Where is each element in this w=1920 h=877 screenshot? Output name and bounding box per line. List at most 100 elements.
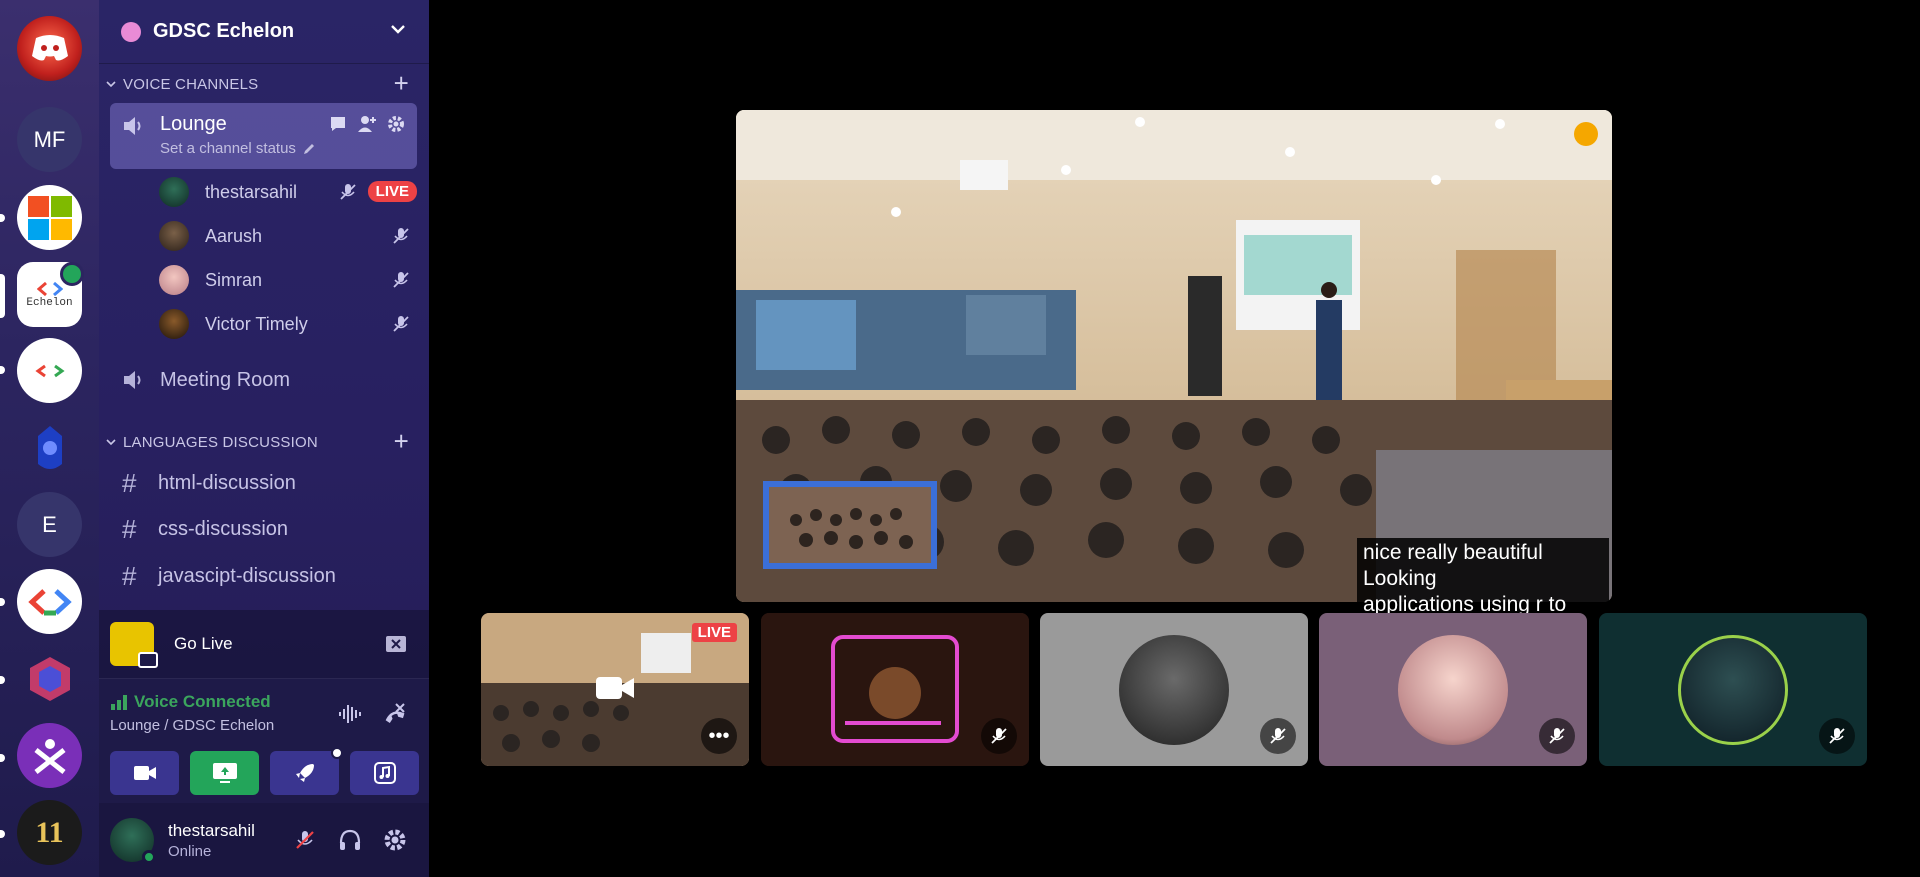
guild-header[interactable]: GDSC Echelon bbox=[99, 0, 429, 64]
noise-suppression-icon[interactable] bbox=[337, 703, 363, 725]
channel-actions bbox=[329, 115, 405, 133]
unread-indicator bbox=[0, 754, 5, 762]
lecture-hall-stream-image bbox=[736, 110, 1612, 602]
username: thestarsahil bbox=[168, 820, 255, 840]
add-channel-icon[interactable]: + bbox=[394, 428, 409, 454]
soundboard-icon bbox=[373, 762, 396, 784]
mic-muted-icon bbox=[1819, 718, 1855, 754]
avatar bbox=[159, 309, 189, 339]
user-panel: thestarsahil Online bbox=[99, 803, 429, 877]
avatar bbox=[159, 221, 189, 251]
server-microsoft[interactable] bbox=[17, 185, 82, 250]
category-languages-discussion[interactable]: LANGUAGES DISCUSSION + bbox=[99, 428, 429, 454]
settings-gear-icon[interactable] bbox=[383, 828, 407, 852]
signal-icon bbox=[111, 695, 127, 710]
mic-muted-icon[interactable] bbox=[294, 829, 316, 851]
live-badge: LIVE bbox=[691, 623, 737, 642]
mic-muted-icon bbox=[340, 183, 356, 200]
blue-emblem-icon bbox=[37, 425, 62, 469]
user-avatar[interactable] bbox=[110, 818, 156, 864]
pencil-icon bbox=[303, 143, 314, 154]
category-voice-channels[interactable]: VOICE CHANNELS + bbox=[99, 70, 429, 96]
call-stage: nice really beautiful Looking applicatio… bbox=[429, 0, 1920, 877]
unread-indicator bbox=[0, 214, 5, 222]
guild-icon bbox=[121, 21, 141, 42]
avatar bbox=[159, 265, 189, 295]
avatar bbox=[159, 177, 189, 207]
server-x[interactable] bbox=[17, 723, 82, 788]
speaker-icon bbox=[124, 117, 141, 135]
voice-user-aarush[interactable]: Aarush bbox=[159, 218, 417, 254]
guild-name: GDSC Echelon bbox=[153, 20, 295, 42]
stop-stream-icon[interactable] bbox=[385, 635, 407, 653]
speaker-icon bbox=[124, 371, 141, 389]
gdsc-logo-icon bbox=[34, 364, 65, 377]
participant-tile-simran[interactable] bbox=[1319, 613, 1587, 766]
disconnect-icon[interactable] bbox=[381, 701, 407, 727]
more-options-icon[interactable]: ••• bbox=[701, 718, 737, 754]
online-status-icon bbox=[142, 850, 156, 864]
mic-muted-icon bbox=[393, 316, 409, 332]
participant-tile-thestarsahil[interactable]: LIVE ••• bbox=[481, 613, 749, 766]
avatar bbox=[1398, 634, 1508, 745]
screen-share-button[interactable] bbox=[190, 751, 259, 795]
server-q[interactable] bbox=[17, 646, 82, 711]
voice-connection-panel: Voice Connected Lounge / GDSC Echelon bbox=[99, 678, 429, 803]
live-badge: LIVE bbox=[367, 181, 417, 202]
avatar bbox=[1678, 634, 1788, 745]
voice-user-thestarsahil[interactable]: thestarsahil LIVE bbox=[159, 174, 417, 210]
voice-connected-status[interactable]: Voice Connected bbox=[110, 692, 271, 712]
add-channel-icon[interactable]: + bbox=[394, 70, 409, 96]
headphones-icon[interactable] bbox=[338, 829, 362, 851]
unread-indicator bbox=[0, 366, 5, 374]
go-live-label: Go Live bbox=[174, 634, 233, 653]
gear-icon[interactable] bbox=[387, 115, 405, 133]
mic-muted-icon bbox=[393, 228, 409, 244]
go-live-bar[interactable]: Go Live bbox=[99, 610, 429, 678]
avatar bbox=[1119, 634, 1229, 745]
discord-app: MF Echelon E 11 GDSC Echelon VOICE CHANN… bbox=[0, 0, 1920, 877]
google-dev-logo-icon bbox=[27, 588, 72, 615]
selected-server-indicator bbox=[0, 274, 5, 318]
server-google[interactable] bbox=[17, 569, 82, 634]
server-rail: MF Echelon E 11 bbox=[0, 0, 99, 877]
voice-channel-lounge[interactable]: Lounge Set a channel status bbox=[110, 103, 417, 169]
unread-indicator bbox=[0, 598, 5, 606]
chevron-down-icon[interactable] bbox=[389, 20, 407, 38]
participant-tile-aarush[interactable] bbox=[761, 613, 1029, 766]
voice-connected-location[interactable]: Lounge / GDSC Echelon bbox=[110, 717, 274, 734]
participant-tile-user[interactable] bbox=[1599, 613, 1867, 766]
mic-muted-icon bbox=[393, 272, 409, 288]
soundboard-button[interactable] bbox=[350, 751, 419, 795]
voice-user-simran[interactable]: Simran bbox=[159, 262, 417, 298]
voice-user-victor-timely[interactable]: Victor Timely bbox=[159, 306, 417, 342]
participant-tile-victor-timely[interactable] bbox=[1040, 613, 1308, 766]
camera-button[interactable] bbox=[110, 751, 179, 795]
server-11[interactable]: 11 bbox=[17, 800, 82, 865]
discord-home-button[interactable] bbox=[17, 16, 82, 81]
gdsc-logo-icon bbox=[36, 281, 63, 296]
person-x-logo-icon bbox=[33, 738, 66, 774]
server-mf[interactable]: MF bbox=[17, 107, 82, 172]
server-e[interactable]: E bbox=[17, 492, 82, 557]
notification-dot bbox=[331, 747, 343, 759]
text-channel-css-discussion[interactable]: # css-discussion bbox=[110, 508, 417, 550]
voice-channel-meeting-room[interactable]: Meeting Room bbox=[110, 360, 417, 400]
chevron-down-icon bbox=[106, 439, 116, 446]
text-channel-javascipt-discussion[interactable]: # javascipt-discussion bbox=[110, 555, 417, 597]
server-gdsc[interactable] bbox=[17, 338, 82, 403]
mic-muted-icon bbox=[1539, 718, 1575, 754]
activities-button[interactable] bbox=[270, 747, 343, 795]
hash-icon: # bbox=[122, 560, 137, 591]
microsoft-logo-icon bbox=[27, 195, 72, 240]
main-stream-video[interactable] bbox=[736, 110, 1612, 602]
text-channel-html-discussion[interactable]: # html-discussion bbox=[110, 462, 417, 504]
channel-name: Lounge bbox=[160, 113, 227, 135]
channel-status[interactable]: Set a channel status bbox=[160, 140, 316, 157]
game-icon bbox=[110, 622, 158, 668]
chat-icon[interactable] bbox=[329, 115, 347, 133]
discord-logo-icon bbox=[31, 34, 68, 60]
rocket-icon bbox=[295, 764, 314, 782]
invite-user-icon[interactable] bbox=[357, 115, 377, 133]
server-blue[interactable] bbox=[17, 416, 82, 481]
